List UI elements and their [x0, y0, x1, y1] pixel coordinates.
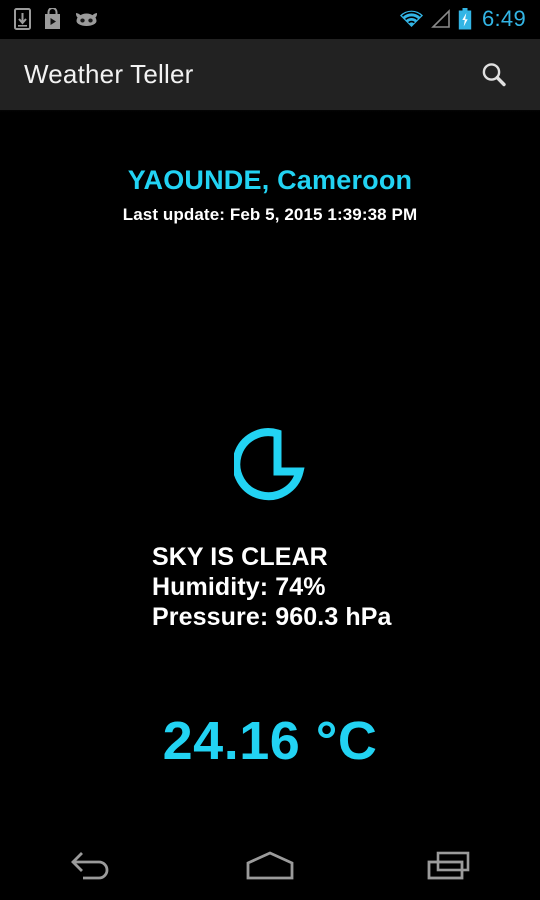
last-update-text: Last update: Feb 5, 2015 1:39:38 PM [122, 205, 418, 224]
pressure-value: Pressure: 960.3 hPa [152, 603, 392, 631]
nav-recents-button[interactable] [390, 830, 510, 900]
wifi-icon [399, 9, 424, 29]
android-head-icon [74, 10, 99, 29]
weather-icon-container [0, 427, 540, 508]
status-bar-clock: 6:49 [481, 6, 526, 31]
app-bar: Weather Teller [0, 39, 540, 110]
cell-signal-icon [431, 9, 451, 29]
sky-condition: SKY IS CLEAR [152, 543, 328, 571]
weather-conditions: SKY IS CLEAR Humidity: 74% Pressure: 960… [152, 542, 392, 632]
humidity-value: Humidity: 74% [152, 573, 326, 601]
temperature-value: 24.16 °C [162, 711, 378, 771]
phone-screen: 6:49 Weather Teller YAOUNDE, Cameroon La… [0, 0, 540, 900]
status-bar: 6:49 [0, 0, 540, 38]
play-store-icon [43, 7, 62, 30]
weather-content: YAOUNDE, Cameroon Last update: Feb 5, 20… [0, 112, 540, 830]
download-manager-icon [14, 8, 31, 30]
moon-clear-icon [232, 427, 306, 508]
status-bar-notification-icons [14, 7, 99, 30]
status-bar-system-icons: 6:49 [399, 6, 526, 32]
battery-charging-icon [458, 8, 472, 30]
nav-home-button[interactable] [210, 830, 330, 900]
android-navigation-bar [0, 830, 540, 900]
search-icon[interactable] [470, 51, 518, 99]
nav-back-button[interactable] [30, 830, 150, 900]
city-name: YAOUNDE, Cameroon [127, 165, 413, 195]
app-title: Weather Teller [24, 59, 194, 89]
